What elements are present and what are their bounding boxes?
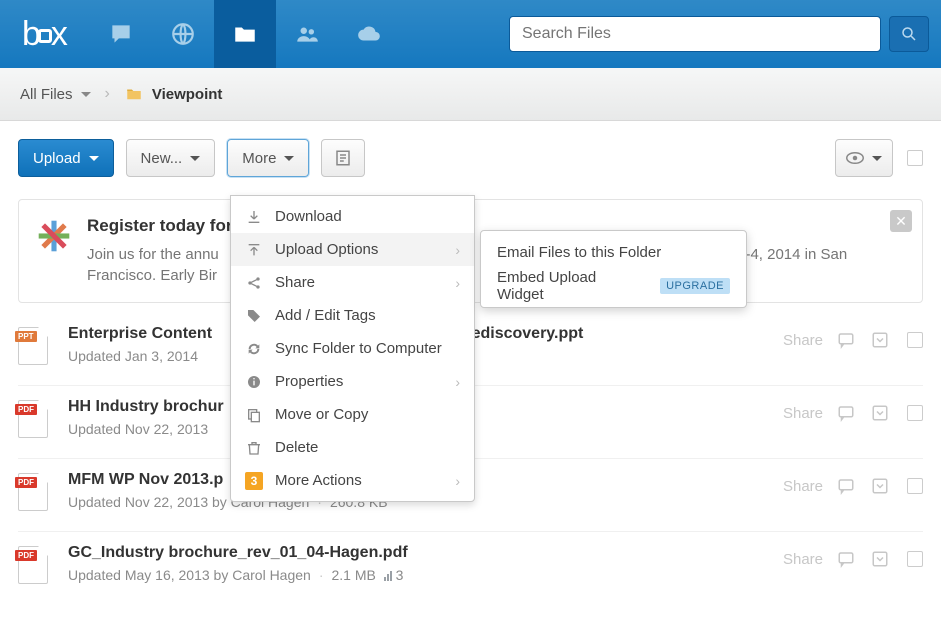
- chevron-down-icon: [81, 92, 91, 102]
- notes-button[interactable]: [321, 139, 365, 177]
- chevron-down-icon: [89, 156, 99, 166]
- menu-tags[interactable]: Add / Edit Tags: [231, 299, 474, 332]
- menu-delete[interactable]: Delete: [231, 431, 474, 464]
- bars-icon: [384, 571, 392, 581]
- file-type-icon: PDF: [18, 546, 50, 586]
- submenu-email-files[interactable]: Email Files to this Folder: [481, 235, 746, 269]
- menu-share[interactable]: Share ›: [231, 266, 474, 299]
- upgrade-badge: UPGRADE: [660, 278, 730, 294]
- search-button[interactable]: [889, 16, 929, 52]
- comment-icon[interactable]: [835, 548, 857, 570]
- breadcrumb-current-label: Viewpoint: [152, 86, 223, 103]
- folder-icon: [124, 85, 144, 103]
- upload-label: Upload: [33, 150, 81, 167]
- share-button[interactable]: Share: [777, 478, 823, 495]
- note-icon: [334, 149, 352, 167]
- more-button[interactable]: More: [227, 139, 309, 177]
- menu-properties[interactable]: Properties ›: [231, 365, 474, 398]
- view-button[interactable]: [835, 139, 893, 177]
- sync-icon: [245, 340, 263, 358]
- tag-icon: [245, 307, 263, 325]
- file-meta: Updated May 16, 2013 by Carol Hagen·2.1 …: [68, 567, 777, 583]
- comment-icon[interactable]: [835, 329, 857, 351]
- share-button[interactable]: Share: [777, 405, 823, 422]
- row-checkbox[interactable]: [907, 405, 923, 421]
- count-badge: 3: [245, 472, 263, 490]
- file-type-icon: PPT: [18, 327, 50, 367]
- menu-download[interactable]: Download: [231, 200, 474, 233]
- file-name: GC_Industry brochure_rev_01_04-Hagen.pdf: [68, 544, 777, 562]
- dropdown-icon[interactable]: [869, 402, 891, 424]
- toolbar: Upload New... More: [0, 121, 941, 199]
- file-actions: Share: [777, 548, 923, 570]
- nav-globe[interactable]: [152, 0, 214, 68]
- eye-icon: [846, 152, 864, 164]
- file-type-icon: PDF: [18, 400, 50, 440]
- breadcrumb-root-label: All Files: [20, 86, 73, 103]
- chevron-right-icon: ›: [455, 473, 460, 489]
- more-dropdown: Download Upload Options › Share › Add / …: [230, 195, 475, 502]
- chevron-right-icon: ›: [455, 242, 460, 258]
- chevron-right-icon: ›: [455, 275, 460, 291]
- menu-upload-options[interactable]: Upload Options ›: [231, 233, 474, 266]
- box-logo: bx: [22, 15, 66, 54]
- share-icon: [245, 274, 263, 292]
- dropdown-icon[interactable]: [869, 329, 891, 351]
- upload-icon: [245, 241, 263, 259]
- chevron-down-icon: [190, 156, 200, 166]
- share-button[interactable]: Share: [777, 332, 823, 349]
- nav-messages[interactable]: [90, 0, 152, 68]
- banner-close-button[interactable]: ✕: [890, 210, 912, 232]
- download-icon: [245, 208, 263, 226]
- new-label: New...: [141, 150, 183, 167]
- nav-cloud[interactable]: [338, 0, 400, 68]
- share-button[interactable]: Share: [777, 551, 823, 568]
- file-actions: Share: [777, 402, 923, 424]
- file-type-icon: PDF: [18, 473, 50, 513]
- chevron-down-icon: [872, 156, 882, 166]
- breadcrumb-root[interactable]: All Files: [20, 86, 91, 103]
- select-all-checkbox[interactable]: [907, 150, 923, 166]
- nav-files[interactable]: [214, 0, 276, 68]
- upload-button[interactable]: Upload: [18, 139, 114, 177]
- row-checkbox[interactable]: [907, 332, 923, 348]
- chevron-right-icon: ›: [455, 374, 460, 390]
- breadcrumb-current[interactable]: Viewpoint: [124, 85, 223, 103]
- trash-icon: [245, 439, 263, 457]
- chevron-right-icon: ›: [105, 85, 110, 103]
- chevron-down-icon: [284, 156, 294, 166]
- menu-sync[interactable]: Sync Folder to Computer: [231, 332, 474, 365]
- submenu-embed-widget[interactable]: Embed Upload Widget UPGRADE: [481, 269, 746, 303]
- dropdown-icon[interactable]: [869, 475, 891, 497]
- comment-icon[interactable]: [835, 402, 857, 424]
- info-icon: [245, 373, 263, 391]
- menu-move[interactable]: Move or Copy: [231, 398, 474, 431]
- breadcrumb: All Files › Viewpoint: [0, 68, 941, 121]
- file-actions: Share: [777, 329, 923, 351]
- asterisk-icon: [37, 219, 71, 253]
- upload-options-submenu: Email Files to this Folder Embed Upload …: [480, 230, 747, 308]
- row-checkbox[interactable]: [907, 551, 923, 567]
- row-checkbox[interactable]: [907, 478, 923, 494]
- copy-icon: [245, 406, 263, 424]
- top-navbar: bx: [0, 0, 941, 68]
- file-actions: Share: [777, 475, 923, 497]
- comment-icon[interactable]: [835, 475, 857, 497]
- dropdown-icon[interactable]: [869, 548, 891, 570]
- search-input[interactable]: [509, 16, 881, 52]
- new-button[interactable]: New...: [126, 139, 216, 177]
- menu-more-actions[interactable]: 3 More Actions ›: [231, 464, 474, 497]
- nav-people[interactable]: [276, 0, 338, 68]
- file-row[interactable]: PDF GC_Industry brochure_rev_01_04-Hagen…: [18, 531, 923, 604]
- more-label: More: [242, 150, 276, 167]
